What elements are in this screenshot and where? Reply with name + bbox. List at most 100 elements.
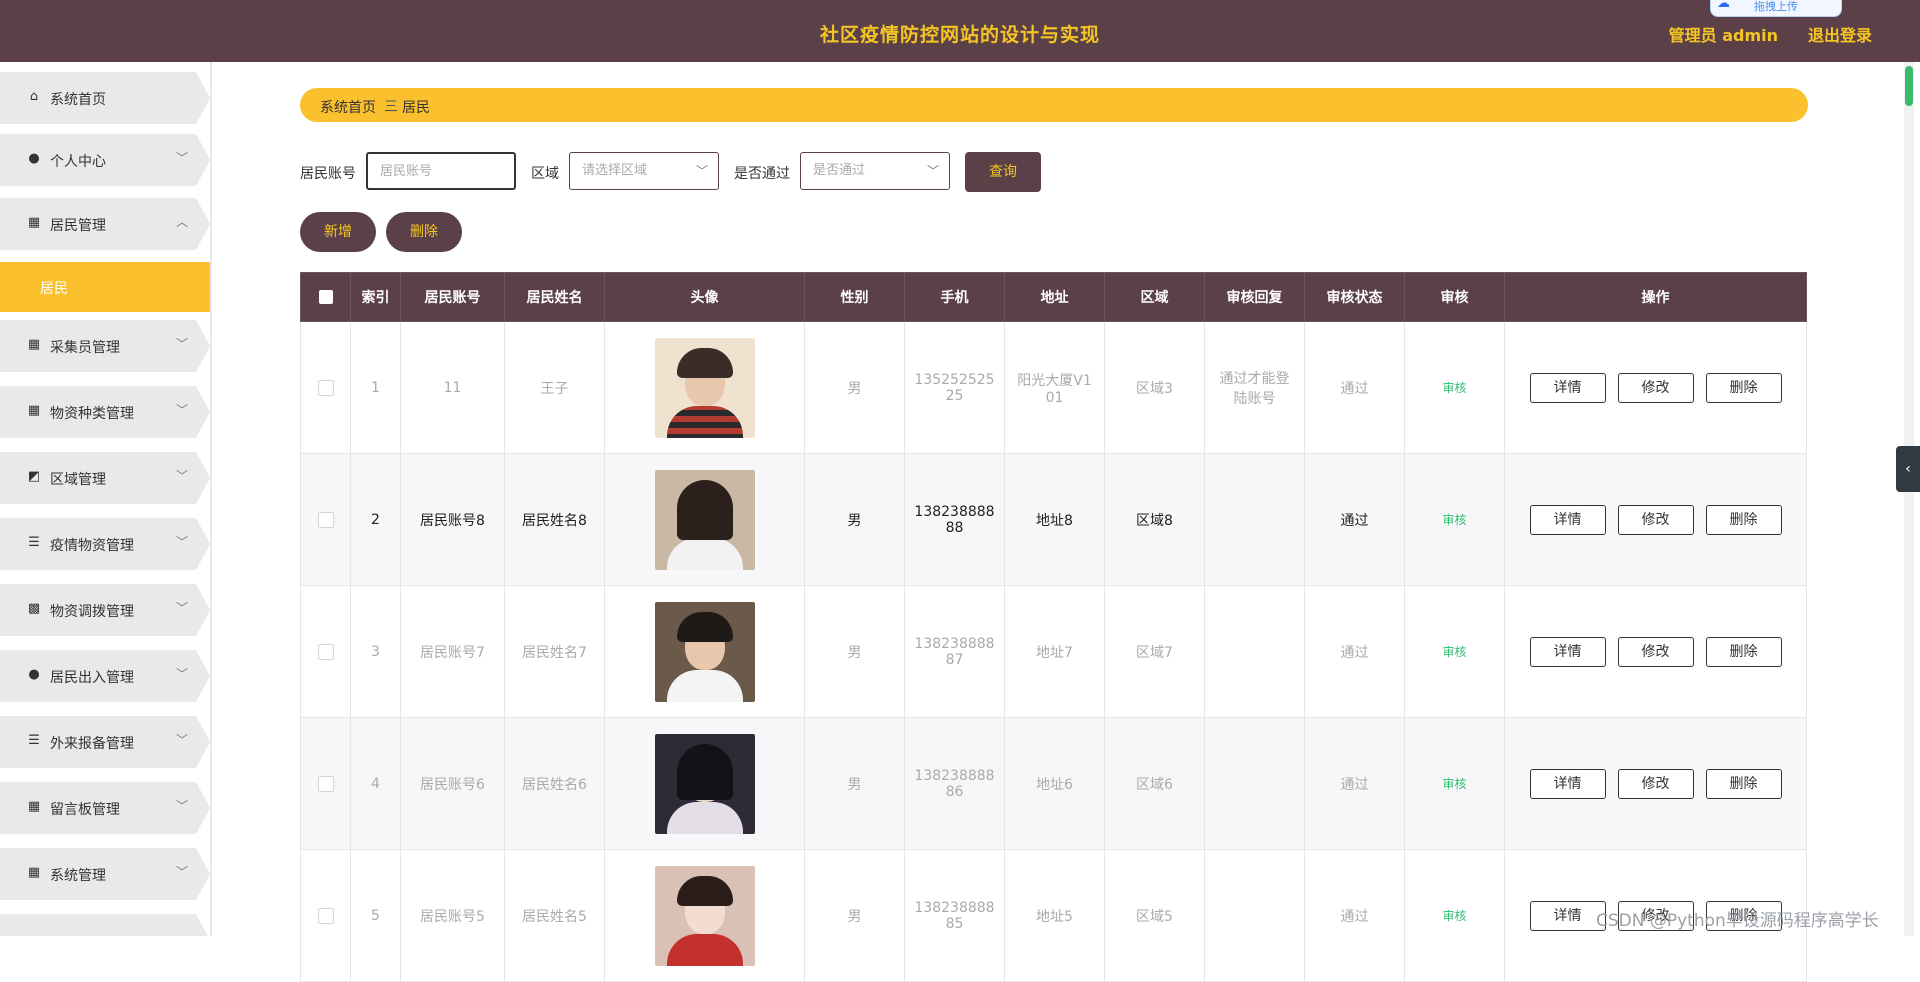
- sidebar-item-visitor-report[interactable]: ☰ 外来报备管理 ﹀: [0, 716, 210, 768]
- table-header-row: 索引 居民账号 居民姓名 头像 性别 手机 地址 区域 审核回复 审核状态 审核…: [300, 272, 1807, 322]
- cell-region: 区域3: [1104, 321, 1205, 454]
- select-all-header[interactable]: [300, 272, 351, 322]
- column-header: 审核: [1404, 272, 1505, 322]
- current-user: 管理员 admin: [1668, 26, 1778, 45]
- chevron-down-icon: ﹀: [695, 164, 708, 178]
- cell-avatar: [604, 717, 805, 850]
- audit-link[interactable]: 审核: [1442, 909, 1466, 923]
- sidebar-item-home[interactable]: ⌂ 系统首页: [0, 72, 210, 124]
- column-header: 性别: [804, 272, 905, 322]
- account-search-placeholder: 居民账号: [380, 164, 433, 179]
- sidebar-item-supply-types[interactable]: ▦ 物资种类管理 ﹀: [0, 386, 210, 438]
- delete-button[interactable]: 删除: [1705, 768, 1782, 799]
- row-checkbox[interactable]: [317, 379, 334, 396]
- cell-account: 居民账号6: [400, 717, 505, 850]
- cell-address: 地址6: [1004, 717, 1105, 850]
- select-all-checkbox[interactable]: [318, 290, 333, 304]
- sidebar-item-label: 留言板管理: [50, 802, 120, 818]
- collapse-panel-button[interactable]: ‹: [1896, 446, 1920, 492]
- upload-chip-label: 拖拽上传: [1754, 0, 1798, 13]
- chevron-up-icon: ︿: [175, 215, 188, 229]
- delete-button[interactable]: 删除: [1705, 372, 1782, 403]
- audit-link[interactable]: 审核: [1442, 513, 1466, 527]
- cell-region: 区域6: [1104, 717, 1205, 850]
- logout-link[interactable]: 退出登录: [1808, 22, 1872, 46]
- account-filter-label: 居民账号: [300, 166, 356, 182]
- cell-operations: 详情 修改 删除: [1504, 585, 1807, 718]
- audit-link[interactable]: 审核: [1442, 777, 1466, 791]
- cell-name: 居民姓名6: [504, 717, 605, 850]
- cell-index: 2: [350, 453, 401, 586]
- grid-icon: ▦: [27, 215, 41, 230]
- table-row: 2 居民账号8 居民姓名8 男 138238888 88 地址8 区域8 通过 …: [300, 453, 1807, 586]
- edit-button[interactable]: 修改: [1617, 372, 1694, 403]
- row-checkbox[interactable]: [317, 907, 334, 924]
- account-search-input[interactable]: 居民账号: [366, 152, 516, 190]
- sidebar-item-epidemic-supplies[interactable]: ☰ 疫情物资管理 ﹀: [0, 518, 210, 570]
- breadcrumb-home[interactable]: 系统首页: [320, 97, 376, 117]
- table-row: 3 居民账号7 居民姓名7 男 138238888 87 地址7 区域7 通过 …: [300, 585, 1807, 718]
- detail-button[interactable]: 详情: [1529, 636, 1606, 667]
- edit-button[interactable]: 修改: [1617, 504, 1694, 535]
- cell-operations: 详情 修改 删除: [1504, 717, 1807, 850]
- sidebar-item-supply-transfer[interactable]: ▩ 物资调拨管理 ﹀: [0, 584, 210, 636]
- breadcrumb: 系统首页 三 居民: [300, 88, 1808, 122]
- sidebar-item-profile[interactable]: ● 个人中心 ﹀: [0, 134, 210, 186]
- add-button[interactable]: 新增: [300, 212, 376, 252]
- audit-link[interactable]: 审核: [1442, 645, 1466, 659]
- delete-button[interactable]: 删除: [1705, 636, 1782, 667]
- pass-select[interactable]: 是否通过 ﹀: [800, 152, 950, 190]
- sidebar-item-residents[interactable]: ▦ 居民管理 ︿: [0, 198, 210, 250]
- cell-status: 通过: [1304, 849, 1405, 982]
- page-scrollbar[interactable]: [1904, 62, 1914, 936]
- cell-avatar: [604, 321, 805, 454]
- user-icon: ●: [28, 667, 40, 682]
- edit-button[interactable]: 修改: [1617, 636, 1694, 667]
- chevron-down-icon: ﹀: [175, 469, 188, 483]
- chevron-down-icon: ﹀: [175, 799, 188, 813]
- cell-gender: 男: [804, 717, 905, 850]
- sidebar-item-label: 居民出入管理: [50, 670, 134, 686]
- sidebar-item-label: 居民管理: [50, 218, 106, 234]
- detail-button[interactable]: 详情: [1529, 768, 1606, 799]
- detail-button[interactable]: 详情: [1529, 372, 1606, 403]
- cloud-upload-icon: ☁: [1717, 0, 1730, 11]
- sidebar-item-message-board[interactable]: ▦ 留言板管理 ﹀: [0, 782, 210, 834]
- cell-account: 居民账号5: [400, 849, 505, 982]
- cell-reply: [1204, 849, 1305, 982]
- row-checkbox[interactable]: [317, 775, 334, 792]
- scrollbar-thumb[interactable]: [1905, 66, 1913, 106]
- edit-button[interactable]: 修改: [1617, 768, 1694, 799]
- sidebar-item-regions[interactable]: ◩ 区域管理 ﹀: [0, 452, 210, 504]
- cell-name: 居民姓名8: [504, 453, 605, 586]
- sidebar-item-more[interactable]: [0, 914, 210, 936]
- sidebar-item-resident-access[interactable]: ● 居民出入管理 ﹀: [0, 650, 210, 702]
- residents-table: 索引 居民账号 居民姓名 头像 性别 手机 地址 区域 审核回复 审核状态 审核…: [300, 272, 1807, 982]
- sidebar-item-label: 个人中心: [50, 154, 106, 170]
- cell-account: 居民账号8: [400, 453, 505, 586]
- app-title: 社区疫情防控网站的设计与实现: [819, 24, 1100, 46]
- sidebar-item-label: 物资调拨管理: [50, 604, 134, 620]
- row-checkbox[interactable]: [317, 511, 334, 528]
- breadcrumb-current: 居民: [402, 100, 430, 116]
- batch-delete-button[interactable]: 删除: [386, 212, 462, 252]
- cell-operations: 详情 修改 删除: [1504, 453, 1807, 586]
- table-row: 1 11 王子 男 135252525 25 阳光大厦V1 01 区域3 通过才…: [300, 321, 1807, 454]
- query-button[interactable]: 查询: [965, 152, 1041, 192]
- upload-chip[interactable]: ☁ 拖拽上传: [1710, 0, 1842, 17]
- region-select[interactable]: 请选择区域 ﹀: [569, 152, 719, 190]
- detail-button[interactable]: 详情: [1529, 900, 1606, 931]
- sidebar-item-system[interactable]: ▦ 系统管理 ﹀: [0, 848, 210, 900]
- top-header: 社区疫情防控网站的设计与实现 ☁ 拖拽上传 管理员 admin 退出登录: [0, 0, 1920, 62]
- chevron-down-icon: ﹀: [175, 337, 188, 351]
- cell-address: 阳光大厦V1 01: [1004, 321, 1105, 454]
- sidebar-subitem-resident[interactable]: 居民: [0, 262, 210, 312]
- sidebar-item-collectors[interactable]: ▦ 采集员管理 ﹀: [0, 320, 210, 372]
- detail-button[interactable]: 详情: [1529, 504, 1606, 535]
- delete-button[interactable]: 删除: [1705, 504, 1782, 535]
- row-checkbox[interactable]: [317, 643, 334, 660]
- chevron-down-icon: ﹀: [175, 151, 188, 165]
- cell-gender: 男: [804, 849, 905, 982]
- audit-link[interactable]: 审核: [1442, 381, 1466, 395]
- cell-operations: 详情 修改 删除: [1504, 321, 1807, 454]
